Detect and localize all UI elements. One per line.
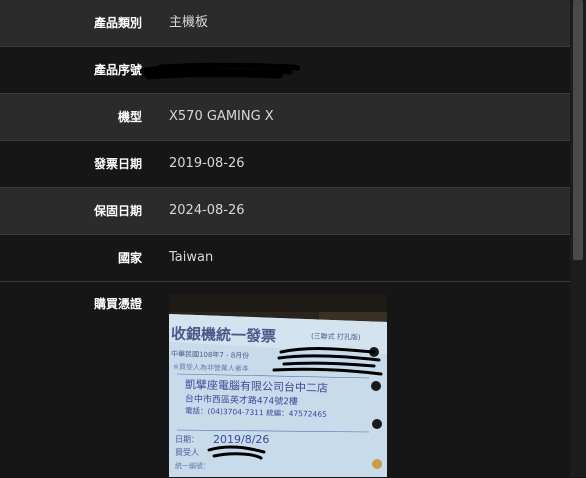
serial-number-label: 產品序號 <box>93 63 142 77</box>
row-warranty-date: 保固日期 2024-08-26 <box>0 188 570 235</box>
invoice-date-label: 發票日期 <box>93 157 142 171</box>
purchase-receipt-photo[interactable]: 收銀機統一發票 (三聯式 打孔版) 中華民國108年7 - 8月份 ※買受人為非… <box>169 294 387 477</box>
product-category-value: 主機板 <box>169 15 209 30</box>
invoice-date-value: 2019-08-26 <box>169 156 245 171</box>
row-invoice-date: 發票日期 2019-08-26 <box>0 141 570 188</box>
row-country: 國家 Taiwan <box>0 235 570 282</box>
product-category-label: 產品類別 <box>93 16 142 30</box>
vertical-scrollbar[interactable] <box>570 0 586 477</box>
row-serial-number: 產品序號 <box>0 47 570 94</box>
row-product-category: 產品類別 主機板 <box>0 0 570 47</box>
scrollbar-thumb[interactable] <box>573 0 583 260</box>
receipt-redaction-scribbles <box>207 347 383 460</box>
purchase-proof-label: 購買憑證 <box>93 297 142 311</box>
model-value: X570 GAMING X <box>169 109 274 124</box>
row-model: 機型 X570 GAMING X <box>0 94 570 141</box>
warranty-date-label: 保固日期 <box>93 204 142 218</box>
country-label: 國家 <box>117 251 142 265</box>
country-value: Taiwan <box>169 250 214 265</box>
warranty-date-value: 2024-08-26 <box>169 203 245 218</box>
serial-redaction-scribble <box>140 62 300 80</box>
model-label: 機型 <box>117 110 142 124</box>
